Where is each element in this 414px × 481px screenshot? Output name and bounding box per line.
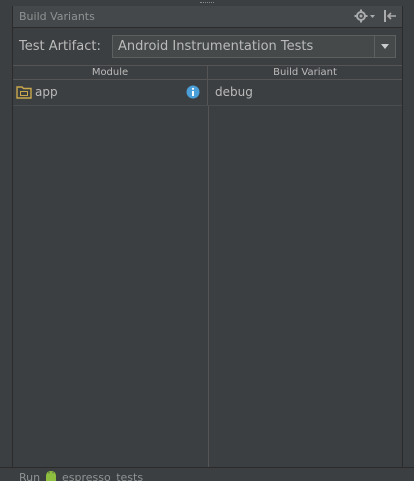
- build-variant-value: debug: [215, 85, 253, 99]
- run-configuration-name[interactable]: espresso_tests: [62, 471, 143, 481]
- hide-panel-button[interactable]: [383, 9, 399, 25]
- dropdown-arrow-icon: [381, 44, 389, 49]
- panel-title: Build Variants: [19, 10, 95, 23]
- module-name: app: [35, 85, 58, 99]
- right-tool-strip: [402, 6, 414, 467]
- hide-panel-icon: [384, 10, 396, 22]
- run-label: Run: [19, 471, 41, 481]
- info-icon[interactable]: [186, 85, 200, 99]
- left-tool-strip: [0, 6, 13, 467]
- build-variant-cell[interactable]: debug: [208, 80, 402, 105]
- build-variants-panel: Build Variants Test Artifact: Android In…: [13, 6, 402, 468]
- tool-window-frame: Build Variants Test Artifact: Android In…: [0, 0, 414, 481]
- android-icon: [46, 471, 56, 481]
- gear-icon: [354, 9, 375, 23]
- test-artifact-label: Test Artifact:: [19, 39, 101, 54]
- dropdown-arrow-button[interactable]: [374, 36, 395, 57]
- column-header-build-variant[interactable]: Build Variant: [208, 66, 402, 79]
- panel-header: Build Variants: [13, 6, 402, 28]
- status-bar: Run espresso_tests: [0, 467, 414, 481]
- build-variants-table: Module Build Variant app debug: [13, 65, 402, 468]
- table-header: Module Build Variant: [13, 66, 402, 80]
- test-artifact-dropdown[interactable]: Android Instrumentation Tests: [112, 35, 396, 58]
- test-artifact-selected: Android Instrumentation Tests: [118, 39, 314, 54]
- module-folder-icon: [16, 86, 32, 99]
- table-row[interactable]: app debug: [13, 80, 402, 106]
- module-cell[interactable]: app: [13, 80, 208, 105]
- settings-button[interactable]: [354, 9, 378, 25]
- column-header-module[interactable]: Module: [13, 66, 208, 79]
- column-divider: [208, 106, 209, 468]
- grip-mark: [200, 0, 214, 3]
